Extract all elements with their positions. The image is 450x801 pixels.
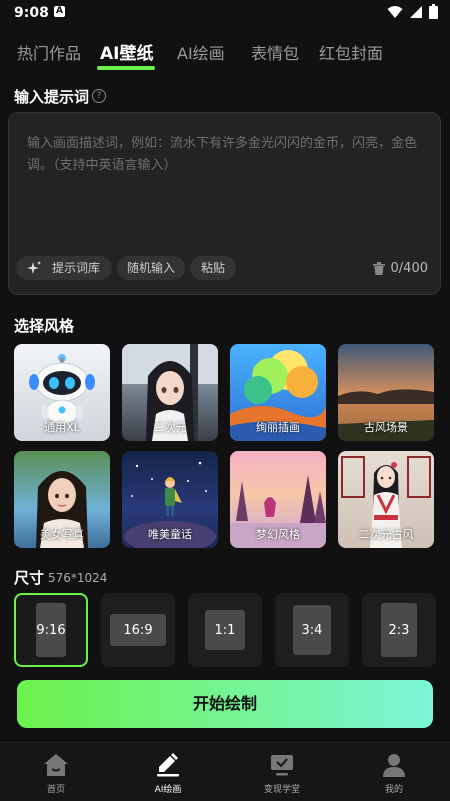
size-section-title: 尺寸 bbox=[14, 569, 45, 587]
size-option-1-1[interactable]: 1:1 bbox=[188, 593, 262, 667]
style-label: 美女写真 bbox=[40, 528, 84, 541]
style-card-gorgeous-illustration[interactable]: 绚丽插画 bbox=[230, 344, 326, 441]
size-option-3-4[interactable]: 3:4 bbox=[275, 593, 349, 667]
style-label: 二次元 bbox=[153, 421, 187, 434]
nav-profile[interactable]: 我的 bbox=[354, 743, 434, 801]
nav-label: AI绘画 bbox=[154, 785, 182, 795]
ratio-label: 16:9 bbox=[110, 614, 166, 646]
style-label: 梦幻风格 bbox=[256, 528, 300, 541]
status-time: 9:08 bbox=[14, 5, 49, 21]
signal-icon bbox=[410, 5, 422, 18]
nav-label: 变现学堂 bbox=[263, 785, 300, 795]
style-label: 通用XL bbox=[44, 421, 80, 434]
status-icons bbox=[387, 4, 438, 19]
tab-red-packet-cover[interactable]: 红包封面 bbox=[319, 40, 383, 64]
style-card-anime[interactable]: 二次元 bbox=[122, 344, 218, 441]
tab-ai-wallpaper[interactable]: AI壁纸 bbox=[100, 39, 153, 64]
nav-ai-painting[interactable]: AI绘画 bbox=[128, 743, 208, 801]
size-option-2-3[interactable]: 2:3 bbox=[362, 593, 436, 667]
char-count: 0/400 bbox=[390, 261, 428, 276]
start-drawing-button[interactable]: 开始绘制 bbox=[17, 680, 433, 728]
style-card-fairy-tale[interactable]: 唯美童话 bbox=[122, 451, 218, 548]
ratio-label: 1:1 bbox=[205, 610, 245, 650]
size-option-16-9[interactable]: 16:9 bbox=[101, 593, 175, 667]
style-card-ancient-anime[interactable]: 二次元古风 bbox=[338, 451, 434, 548]
user-icon bbox=[383, 754, 405, 777]
size-option-9-16[interactable]: 9:16 bbox=[14, 593, 88, 667]
prompt-section-title: 输入提示词 bbox=[14, 88, 90, 106]
style-label: 古风场景 bbox=[364, 421, 408, 434]
style-card-general-xl[interactable]: 通用XL bbox=[14, 344, 110, 441]
random-input-chip[interactable]: 随机输入 bbox=[117, 256, 185, 280]
pen-icon bbox=[157, 753, 179, 777]
tab-hot-works[interactable]: 热门作品 bbox=[17, 40, 81, 64]
current-size: 576*1024 bbox=[48, 571, 108, 585]
status-bar: 9:08 A bbox=[0, 0, 450, 26]
battery-icon bbox=[429, 4, 438, 19]
ratio-label: 2:3 bbox=[381, 603, 417, 657]
ratio-label: 3:4 bbox=[293, 605, 331, 655]
sparkle-icon bbox=[27, 261, 41, 274]
style-label: 唯美童话 bbox=[148, 528, 192, 541]
style-card-dreamy[interactable]: 梦幻风格 bbox=[230, 451, 326, 548]
prompt-counter: 0/400 bbox=[372, 261, 428, 276]
prompt-box: 提示词库 随机输入 粘贴 0/400 bbox=[8, 112, 441, 295]
style-card-ancient-scene[interactable]: 古风场景 bbox=[338, 344, 434, 441]
nav-monetize-school[interactable]: 变现学堂 bbox=[242, 743, 322, 801]
prompt-input[interactable] bbox=[27, 133, 425, 223]
home-icon bbox=[44, 754, 68, 776]
active-tab-indicator bbox=[97, 66, 155, 70]
style-section-title: 选择风格 bbox=[14, 317, 75, 335]
notification-icon: A bbox=[54, 6, 65, 17]
prompt-library-label: 提示词库 bbox=[52, 261, 101, 275]
paste-chip[interactable]: 粘贴 bbox=[190, 256, 236, 280]
screen-check-icon bbox=[271, 755, 293, 776]
ratio-label: 9:16 bbox=[36, 603, 66, 657]
nav-label: 我的 bbox=[384, 785, 403, 795]
style-label: 二次元古风 bbox=[358, 528, 414, 541]
category-tabs: 热门作品 AI壁纸 AI绘画 表情包 红包封面 bbox=[0, 36, 450, 70]
bottom-nav: 首页 AI绘画 变现学堂 我的 bbox=[0, 742, 450, 801]
help-icon[interactable]: ? bbox=[92, 89, 106, 103]
tab-ai-painting[interactable]: AI绘画 bbox=[177, 40, 225, 64]
nav-home[interactable]: 首页 bbox=[16, 743, 96, 801]
nav-label: 首页 bbox=[46, 785, 65, 795]
style-card-beauty-portrait[interactable]: 美女写真 bbox=[14, 451, 110, 548]
tab-stickers[interactable]: 表情包 bbox=[251, 40, 299, 64]
prompt-library-chip[interactable]: 提示词库 bbox=[16, 256, 112, 280]
style-label: 绚丽插画 bbox=[256, 421, 300, 434]
wifi-icon bbox=[387, 5, 403, 18]
trash-icon[interactable] bbox=[372, 262, 385, 275]
